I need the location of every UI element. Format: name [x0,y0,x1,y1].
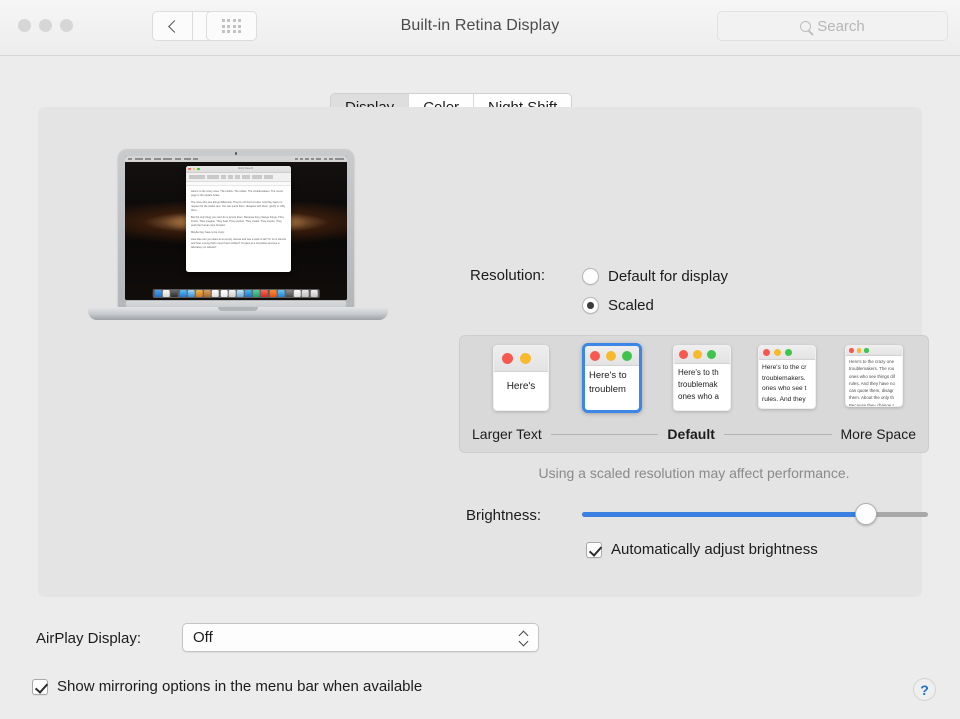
slider-fill [582,512,866,517]
textedit-body: Here's to the crazy ones. The misfits. T… [186,186,291,257]
thumbnail-text: Here's to th [678,368,719,377]
thumbnail-text: them. About the only th [849,395,894,401]
display-settings-panel: Crazy Ones.rtf Here's to the crazy ones.… [38,107,929,597]
thumbnail-text: troublemakers. [762,374,806,382]
screen-content: Crazy Ones.rtf Here's to the crazy ones.… [125,156,347,300]
scale-divider-right [723,433,832,435]
display-lid: Crazy Ones.rtf Here's to the crazy ones.… [118,149,354,309]
thumbnail-text: Here's to [589,370,627,381]
scaled-resolution-note: Using a scaled resolution may affect per… [538,465,850,481]
radio-button-scaled[interactable] [582,297,599,314]
thumbnail-text: ones who see t [762,385,807,393]
thumbnail-text: troublemakers. The rou [849,366,895,372]
thumbnail-text: Here's to the crazy one [849,359,895,364]
resolution-thumbnails: Here's Here's to troublem Here's to th t… [460,343,928,417]
scale-label-default: Default [667,426,715,442]
airplay-display-select[interactable]: Off [182,623,539,652]
radio-default-for-display[interactable]: Default for display [582,268,728,285]
menu-bar-left-items [128,158,199,160]
scaled-resolution-picker: Here's Here's to troublem Here's to th t… [459,335,929,453]
resolution-option-1[interactable]: Here's [493,345,549,411]
radio-label-scaled: Scaled [608,297,654,314]
document-paragraph: The ones who see things differently. The… [191,201,286,213]
textedit-title: Crazy Ones.rtf [237,168,253,170]
document-paragraph: Maybe they have to be crazy. [191,231,225,235]
radio-button-default[interactable] [582,268,599,285]
base-notch [218,307,258,311]
thumbnail-text: ones who see things dif [849,373,895,379]
brightness-label: Brightness: [466,507,542,524]
slider-knob[interactable] [854,503,877,525]
brightness-slider[interactable] [582,503,928,525]
search-placeholder: Search [817,17,865,35]
resolution-option-5[interactable]: Here's to the crazy one troublemakers. T… [845,345,903,407]
window-toolbar: Built-in Retina Display Search [0,0,960,56]
thumbnail-text: Here's [506,381,536,392]
airplay-label: AirPlay Display: [36,630,142,647]
mirroring-checkbox[interactable] [32,678,48,695]
resolution-label: Resolution: [470,267,546,284]
scale-label-right: More Space [840,426,916,442]
textedit-toolbar [186,173,291,182]
help-button[interactable]: ? [913,678,936,701]
radio-label-default: Default for display [608,268,729,285]
resolution-option-4[interactable]: Here's to the cr troublemakers. ones who… [758,345,816,409]
thumbnail-text: troublem [589,383,626,395]
auto-brightness-checkbox-row[interactable]: Automatically adjust brightness [586,541,818,558]
menu-bar [125,156,347,162]
auto-brightness-checkbox[interactable] [586,541,602,558]
scale-divider-left [550,433,659,435]
macbook-preview-image: Crazy Ones.rtf Here's to the crazy ones.… [88,149,388,359]
camera-icon [234,152,238,155]
menu-bar-status-items [294,158,344,160]
document-paragraph: But the only thing you can't do is ignor… [191,216,284,228]
thumbnail-text: rules. And they [762,396,806,404]
scale-label-left: Larger Text [472,426,542,442]
document-paragraph: How else can you stare at an empty canva… [191,238,287,250]
resolution-option-3[interactable]: Here's to th troublemak ones who a [673,345,731,411]
thumbnail-text: can quote them, disagr [849,388,894,394]
mirroring-checkbox-row[interactable]: Show mirroring options in the menu bar w… [32,678,422,695]
thumbnail-text: ones who a [678,392,719,401]
textedit-window: Crazy Ones.rtf Here's to the crazy ones.… [186,166,291,272]
up-down-chevron-icon [519,631,528,644]
thumbnail-text: troublemak [678,380,718,389]
search-input[interactable]: Search [717,11,948,41]
dock [152,288,320,298]
auto-brightness-label: Automatically adjust brightness [611,541,818,558]
scale-range-labels: Larger Text Default More Space [460,425,928,443]
thumbnail-text: Because they change t [849,402,894,407]
mirroring-label: Show mirroring options in the menu bar w… [57,678,423,695]
airplay-selected-value: Off [193,629,213,646]
laptop-base [88,307,388,320]
resolution-option-2[interactable]: Here's to troublem [582,343,642,413]
radio-scaled[interactable]: Scaled [582,297,654,314]
document-paragraph: Here's to the crazy ones. The misfits. T… [191,190,283,198]
textedit-titlebar: Crazy Ones.rtf [186,166,291,173]
thumbnail-text: Here's to the cr [762,364,807,371]
search-icon [800,20,812,32]
system-preferences-window: Built-in Retina Display Search Display C… [0,0,960,719]
thumbnail-text: rules. And they have no [849,380,895,386]
